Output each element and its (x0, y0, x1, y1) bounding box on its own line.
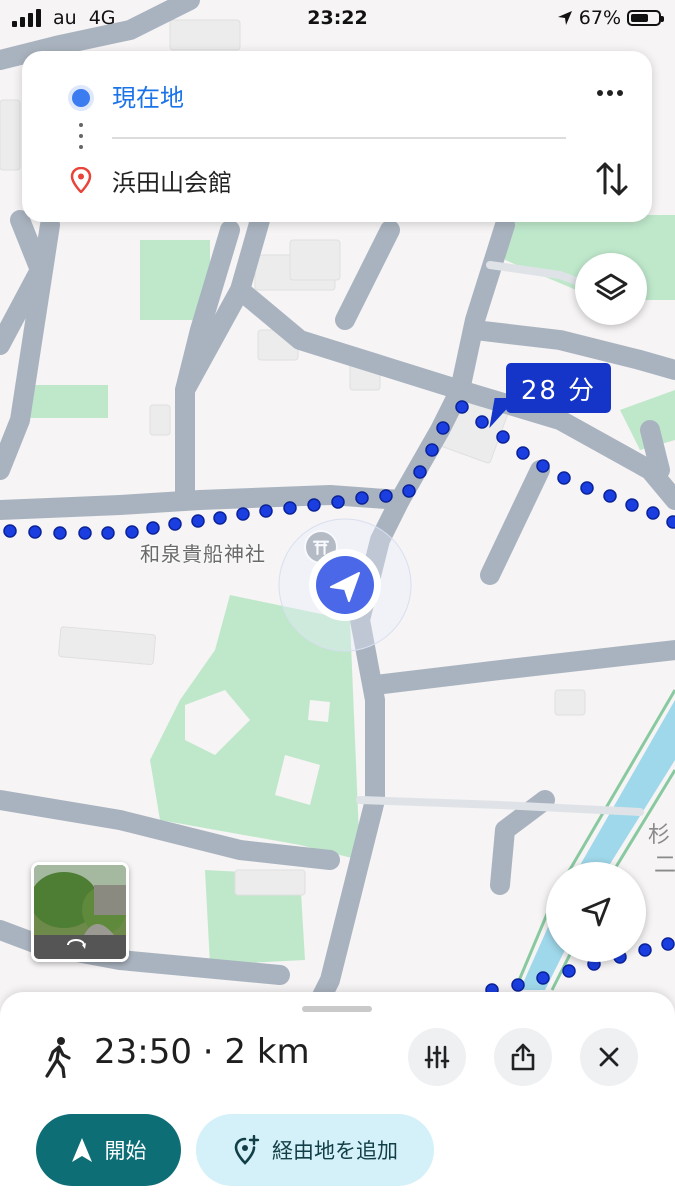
share-icon (511, 1043, 535, 1071)
map-edge-label: 杉 (648, 823, 670, 848)
route-card: 現在地 浜田山会館 (22, 51, 652, 222)
shrine-label[interactable]: 和泉貴船神社 (140, 538, 266, 567)
layers-icon (594, 273, 628, 301)
map-edge-label-2: 二 (654, 853, 675, 878)
location-arrow-icon (557, 11, 572, 25)
layers-button[interactable] (575, 253, 647, 325)
route-options-icon (424, 1045, 450, 1069)
route-options-button[interactable] (408, 1028, 466, 1086)
recenter-button[interactable] (546, 862, 646, 962)
destination-pin-icon (70, 167, 92, 193)
close-icon (599, 1047, 619, 1067)
origin-dot-icon (68, 85, 94, 111)
battery-icon (627, 10, 664, 26)
navigation-arrow-icon (71, 1138, 92, 1162)
current-location-marker (278, 518, 412, 652)
add-waypoint-button[interactable]: 経由地を追加 (196, 1114, 434, 1186)
drag-handle[interactable] (302, 1006, 372, 1012)
more-icon (597, 90, 603, 96)
start-navigation-button[interactable]: 開始 (36, 1114, 181, 1186)
destination-field[interactable]: 浜田山会館 (112, 163, 232, 198)
divider (112, 137, 566, 139)
route-connector (79, 123, 83, 156)
street-view-thumbnail[interactable] (31, 862, 129, 962)
start-label: 開始 (104, 1139, 147, 1163)
swap-icon (596, 162, 628, 196)
walking-icon (45, 1037, 71, 1078)
add-waypoint-icon (234, 1135, 260, 1165)
route-summary: 23:50 · 2 km (94, 1032, 310, 1072)
eta-badge[interactable]: 28 分 (506, 363, 611, 413)
close-button[interactable] (580, 1028, 638, 1086)
bottom-sheet: 23:50 · 2 km 開始 経由地を追加 (0, 992, 675, 1200)
add-waypoint-label: 経由地を追加 (272, 1139, 398, 1163)
battery-percent: 67% (578, 7, 621, 29)
origin-field[interactable]: 現在地 (112, 78, 184, 113)
swap-button[interactable] (594, 159, 630, 199)
share-button[interactable] (494, 1028, 552, 1086)
more-options-button[interactable] (592, 81, 628, 105)
status-bar: au 4G 23:22 67% (0, 0, 675, 38)
recenter-icon (581, 897, 611, 927)
